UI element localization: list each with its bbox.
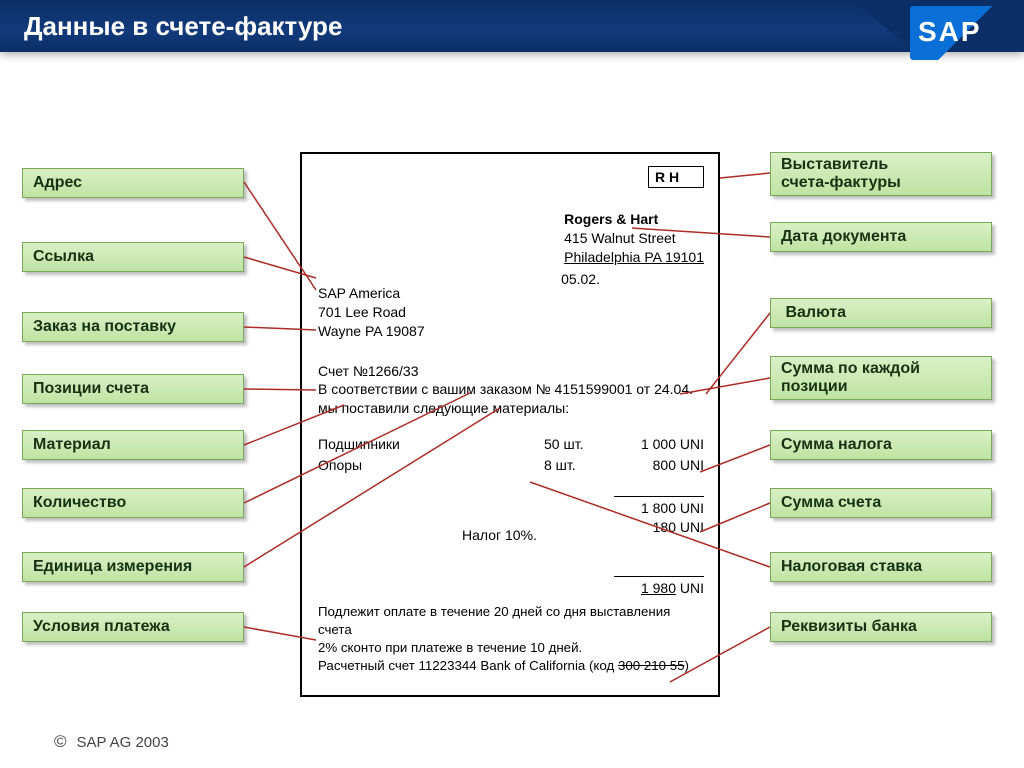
- issuer-block: Rogers & Hart 415 Walnut Street Philadel…: [564, 210, 704, 267]
- footer: © SAP AG 2003: [54, 732, 169, 752]
- table-row: Опоры 8 шт. 800 UNI: [318, 455, 704, 476]
- soldto-addr1: 701 Lee Road: [318, 303, 425, 322]
- tag-doc-date: Дата документа: [770, 222, 992, 252]
- tag-tax-rate: Налоговая ставка: [770, 552, 992, 582]
- tag-uom: Единица измерения: [22, 552, 244, 582]
- tax-value: 180 UNI: [614, 518, 704, 537]
- tag-material: Материал: [22, 430, 244, 460]
- subtotal-block: 1 800 UNI 180 UNI: [614, 494, 704, 537]
- total-amount: 1 980: [641, 580, 676, 596]
- tag-quantity: Количество: [22, 488, 244, 518]
- invoice-sheet: R H Rogers & Hart 415 Walnut Street Phil…: [300, 152, 720, 697]
- doc-date: 05.02.: [561, 270, 600, 289]
- item-qty: 8 шт.: [544, 455, 614, 476]
- items-block: Подшипники 50 шт. 1 000 UNI Опоры 8 шт. …: [318, 434, 704, 476]
- copyright-icon: ©: [54, 732, 67, 752]
- tag-invoice-items: Позиции счета: [22, 374, 244, 404]
- po-text: В соответствии с вашим заказом № 4151599…: [318, 380, 704, 418]
- payment-terms-block: Подлежит оплате в течение 20 дней со дня…: [318, 603, 704, 675]
- total-block: 1 980 UNI: [614, 574, 704, 598]
- tag-invoice-amount: Сумма счета: [770, 488, 992, 518]
- tag-issuer: Выставительсчета-фактуры: [770, 152, 992, 196]
- soldto-addr2: Wayne PA 19087: [318, 322, 425, 341]
- invoice-number: Счет №1266/33: [318, 362, 419, 381]
- issuer-addr1: 415 Walnut Street: [564, 229, 704, 248]
- slide-title: Данные в счете-фактуре: [24, 11, 342, 42]
- issuer-addr2: Philadelphia PA 19101: [564, 248, 704, 267]
- soldto-block: SAP America 701 Lee Road Wayne PA 19087: [318, 284, 425, 341]
- tag-purchase-order: Заказ на поставку: [22, 312, 244, 342]
- tag-tax-amount: Сумма налога: [770, 430, 992, 460]
- tag-payment-terms: Условия платежа: [22, 612, 244, 642]
- sap-logo-text: SAP: [918, 16, 982, 48]
- item-amt: 1 000 UNI: [614, 434, 704, 455]
- tag-line-amount: Сумма по каждойпозиции: [770, 356, 992, 400]
- soldto-name: SAP America: [318, 284, 425, 303]
- footer-text: SAP AG 2003: [77, 734, 169, 751]
- tag-bank-details: Реквизиты банка: [770, 612, 992, 642]
- table-row: Подшипники 50 шт. 1 000 UNI: [318, 434, 704, 455]
- item-qty: 50 шт.: [544, 434, 614, 455]
- issuer-name: Rogers & Hart: [564, 210, 704, 229]
- total-currency: UNI: [676, 580, 704, 596]
- tax-rate-text: Налог 10%.: [462, 526, 537, 545]
- rh-box: R H: [648, 166, 704, 188]
- tag-currency: Валюта: [770, 298, 992, 328]
- item-name: Опоры: [318, 455, 544, 476]
- tag-reference: Ссылка: [22, 242, 244, 272]
- item-name: Подшипники: [318, 434, 544, 455]
- tag-address: Адрес: [22, 168, 244, 198]
- subtotal: 1 800 UNI: [614, 499, 704, 518]
- item-amt: 800 UNI: [614, 455, 704, 476]
